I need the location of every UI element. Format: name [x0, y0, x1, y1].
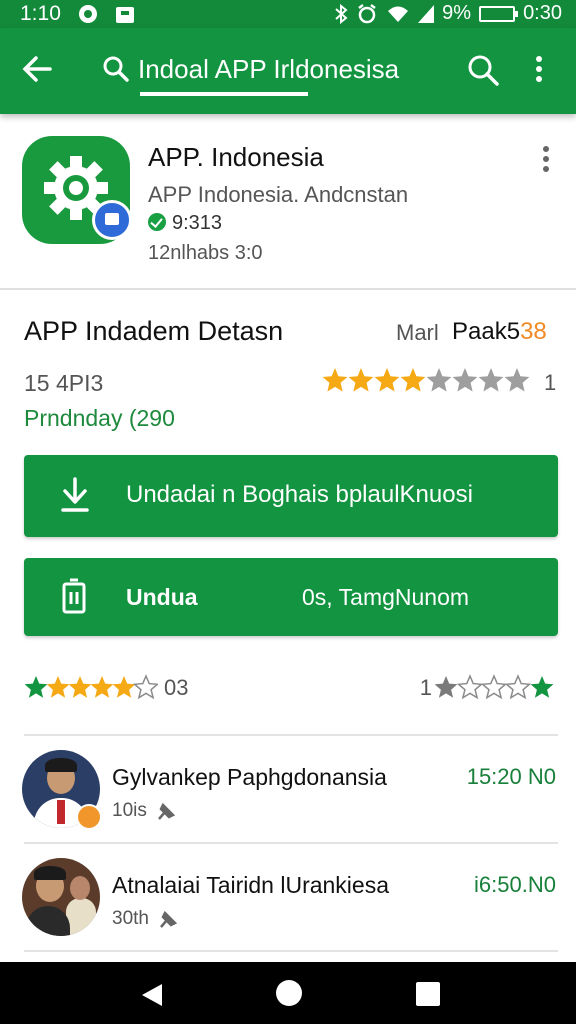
star-icon [456, 674, 484, 700]
rating-left-count: 03 [164, 675, 189, 700]
download-button[interactable]: Undadai n Boghais bplaulKnuosi [24, 455, 558, 537]
mark-label: Marl [396, 320, 439, 345]
mark-value: Paak538 [452, 318, 547, 346]
divider [24, 950, 558, 952]
download-button-label: Undadai n Boghais bplaulKnuosi [126, 481, 473, 508]
app-notification-icon [79, 5, 97, 23]
overflow-menu-icon[interactable] [532, 53, 546, 87]
toolbar-search-icon[interactable] [466, 53, 500, 87]
pin-icon[interactable] [157, 909, 179, 929]
app-name: APP. Indonesia [148, 142, 324, 172]
status-bar: 1:10 9% 0:30 [0, 0, 576, 28]
install-button-label: Undua [126, 584, 198, 610]
star-icon [452, 368, 478, 392]
review-item[interactable]: Gylvankep Paphgdonansia 15:20 N0 10is [0, 738, 576, 838]
rating-stars: 1 [322, 366, 556, 396]
phone-icon [62, 578, 86, 614]
app-size: 15 4PI3 [24, 370, 104, 396]
star-icon [504, 368, 530, 392]
alarm-icon [358, 3, 376, 23]
signal-icon [418, 4, 435, 23]
star-icon [68, 676, 92, 698]
app-developer[interactable]: APP Indonesia. Andcnstan [148, 182, 408, 208]
star-icon [112, 676, 136, 698]
app-icon [22, 136, 132, 244]
bag-icon [116, 7, 134, 23]
star-icon [24, 676, 48, 698]
star-icon [90, 676, 114, 698]
app-toolbar: Indoal APP Irldonesisa [0, 28, 576, 114]
star-icon [530, 676, 554, 698]
rating-count: 1 [544, 370, 556, 395]
install-button[interactable]: Undua 0s, TamgNunom [24, 558, 558, 636]
star-icon [434, 676, 458, 698]
search-underline [140, 92, 308, 96]
nav-home-icon[interactable] [276, 980, 302, 1006]
pin-icon[interactable] [155, 801, 177, 821]
divider [24, 842, 558, 844]
app-badge-icon [92, 200, 132, 240]
nav-back-icon[interactable] [140, 982, 164, 1008]
avatar [22, 858, 100, 936]
star-icon [426, 368, 452, 392]
review-meta: 30th [112, 908, 179, 930]
status-time: 1:10 [20, 2, 61, 25]
rating-right-count: 1 [419, 675, 432, 700]
divider [24, 734, 558, 736]
system-nav-bar [0, 962, 576, 1024]
details-title: APP Indadem Detasn [24, 316, 284, 346]
star-icon [478, 368, 504, 392]
star-rating-icon: 1 [322, 368, 556, 395]
review-sub: 30th [112, 908, 149, 929]
verified-check-icon [148, 213, 166, 231]
status-right: 9% 0:30 [334, 2, 562, 25]
star-icon [132, 674, 158, 700]
app-header: APP. Indonesia APP Indonesia. Andcnstan … [0, 114, 576, 290]
avatar-badge-icon [76, 804, 102, 830]
review-stars-icon[interactable] [24, 674, 158, 702]
rating-row: 03 1 [24, 674, 558, 704]
rating-row-left: 03 [24, 674, 188, 702]
review-time: i6:50.N0 [474, 872, 556, 897]
review-author: Atnalaiai Tairidn lUrankiesa [112, 872, 389, 898]
battery-icon [479, 5, 519, 22]
app-installs: 12nlhabs 3:0 [148, 242, 263, 264]
review-item[interactable]: Atnalaiai Tairidn lUrankiesa i6:50.N0 30… [0, 846, 576, 946]
star-icon [46, 676, 70, 698]
app-version: 9:313 [172, 212, 223, 234]
star-icon [480, 674, 508, 700]
review-time: 15:20 N0 [466, 764, 556, 789]
app-menu-icon[interactable] [540, 144, 552, 174]
back-arrow-icon[interactable] [20, 52, 54, 86]
filter-stars-icon[interactable] [434, 674, 558, 702]
search-input[interactable]: Indoal APP Irldonesisa [138, 54, 399, 85]
search-icon [103, 56, 129, 82]
bluetooth-icon [335, 3, 348, 24]
download-icon [61, 477, 89, 512]
star-icon [400, 368, 426, 392]
nav-recents-icon[interactable] [416, 982, 440, 1006]
wifi-icon [388, 6, 409, 22]
star-icon [374, 368, 400, 392]
mark-value-main: Paak5 [452, 318, 521, 345]
review-author: Gylvankep Paphgdonansia [112, 764, 387, 790]
update-date: Prndnday (290 [24, 405, 175, 431]
battery-percent: 9% [442, 2, 472, 24]
mark-value-accent: 38 [520, 318, 547, 345]
star-icon [504, 674, 532, 700]
review-meta: 10is [112, 800, 177, 822]
status-clock-right: 0:30 [523, 2, 562, 24]
rating-row-right: 1 [420, 674, 558, 702]
install-button-extra: 0s, TamgNunom [302, 584, 470, 610]
star-icon [322, 368, 348, 392]
review-sub: 10is [112, 800, 147, 821]
star-icon [348, 368, 374, 392]
